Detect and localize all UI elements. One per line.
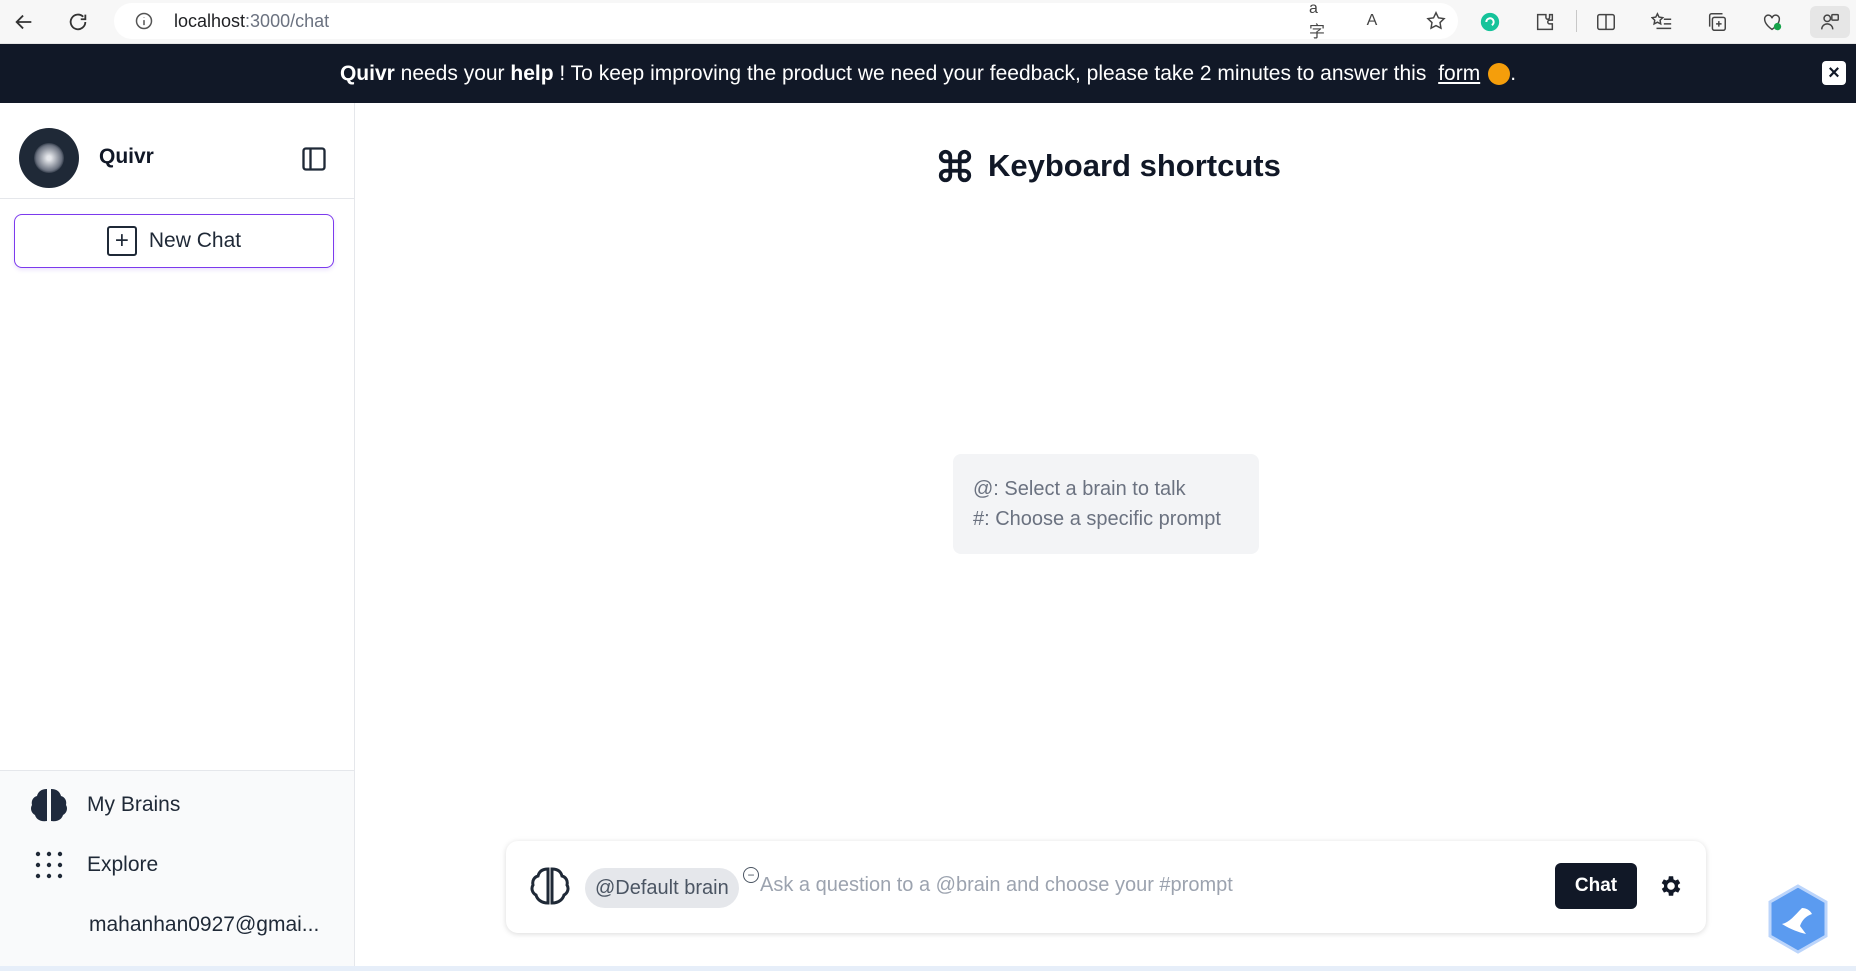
browser-essentials-icon[interactable] [1756,6,1788,38]
toolbar-divider [1576,10,1577,32]
favorite-star-icon[interactable] [1424,9,1448,33]
floating-assistant-button[interactable] [1766,884,1830,954]
kiss-emoji-icon [1488,62,1511,85]
feedback-form-link[interactable]: form [1438,62,1480,85]
translate-icon[interactable]: a字 [1309,0,1333,41]
banner-text: Quivr needs your help ! To keep improvin… [339,61,1517,85]
new-chat-button[interactable]: + New Chat [14,214,334,268]
selected-brain-tag[interactable]: @Default brain [585,868,739,908]
new-chat-label: New Chat [148,229,242,252]
quivr-logo-icon [34,143,64,173]
window-bottom-edge [0,966,1856,971]
address-bar[interactable]: localhost:3000/chat a字 A [114,0,1458,41]
user-email: mahanhan0927@gmai... [89,913,320,936]
sidebar: Quivr + New Chat My Brains Explore mahan… [0,103,355,967]
send-chat-button[interactable]: Chat [1555,863,1637,909]
chat-main: Keyboard shortcuts @: Select a brain to … [356,103,1856,967]
keyboard-shortcuts-title: Keyboard shortcuts [988,148,1281,183]
gear-icon[interactable] [1658,873,1684,899]
brand-name: Quivr [99,145,154,168]
profile-icon[interactable] [1810,6,1850,38]
sidebar-item-explore[interactable]: Explore [0,840,354,890]
plus-square-icon: + [106,226,137,256]
read-aloud-icon[interactable]: A [1360,9,1384,33]
refresh-icon[interactable] [62,6,94,38]
extensions-puzzle-icon[interactable] [1529,6,1561,38]
brain-icon [27,783,71,827]
url-text: localhost:3000/chat [174,10,330,31]
shortcut-hint-prompt: #: Choose a specific prompt [973,508,1221,530]
dots-grid-icon [27,843,71,887]
shortcut-hints: @: Select a brain to talk #: Choose a sp… [953,454,1259,554]
browser-toolbar: localhost:3000/chat a字 A [0,0,1856,44]
avatar[interactable] [19,128,79,188]
sidebar-footer: My Brains Explore mahanhan0927@gmai... [0,770,354,967]
sidebar-item-user[interactable]: mahanhan0927@gmai... [0,900,354,950]
sidebar-header: Quivr [0,103,354,199]
back-arrow-icon[interactable] [8,6,40,38]
shortcut-hint-brain: @: Select a brain to talk [973,478,1186,500]
close-icon: × [1828,61,1840,84]
collections-icon[interactable] [1701,6,1733,38]
remove-brain-icon[interactable]: − [743,867,759,883]
collapse-sidebar-icon[interactable] [300,145,328,173]
sidebar-item-my-brains[interactable]: My Brains [0,780,354,830]
chat-input-bar: @Default brain − Chat [506,841,1706,933]
site-info-icon[interactable] [134,11,154,31]
page-title: Keyboard shortcuts [936,147,1281,185]
command-key-icon [938,149,972,183]
close-banner-button[interactable]: × [1822,61,1846,85]
split-screen-icon[interactable] [1590,6,1622,38]
chat-message-input[interactable] [760,869,1560,901]
explore-label: Explore [87,853,159,876]
brain-outline-icon[interactable] [528,865,572,909]
favorites-list-icon[interactable] [1646,6,1678,38]
feedback-banner: Quivr needs your help ! To keep improvin… [0,44,1856,103]
extension-grammarly-icon[interactable] [1474,6,1506,38]
my-brains-label: My Brains [87,793,181,816]
